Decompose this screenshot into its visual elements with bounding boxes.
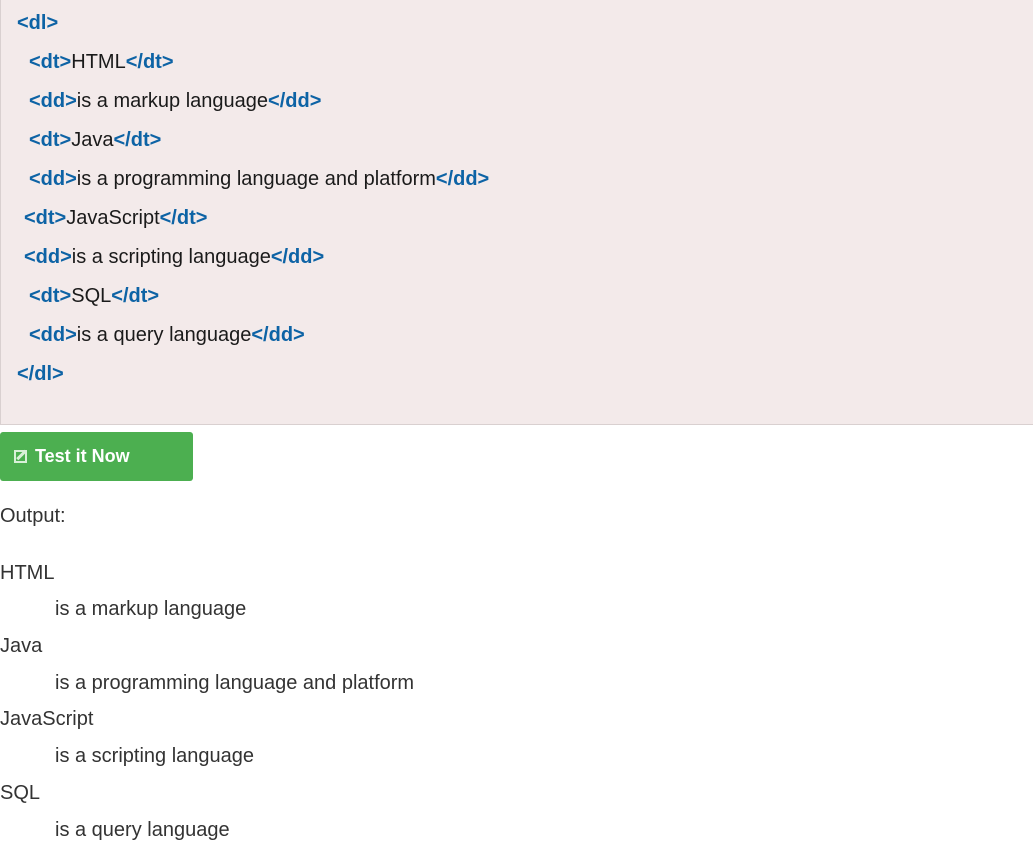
code-open-tag: <dd> xyxy=(29,168,77,190)
code-open-tag: <dd> xyxy=(29,90,77,112)
code-close-tag: </dt> xyxy=(159,207,208,229)
code-line: <dl> xyxy=(17,11,58,35)
code-example-box: <dl> <dt>HTML</dt> <dd>is a markup langu… xyxy=(0,0,1033,425)
code-open-tag: <dt> xyxy=(29,51,72,73)
output-definition: is a programming language and platform xyxy=(55,672,415,694)
code-line: <dd>is a scripting language</dd> xyxy=(24,245,324,269)
code-close-tag: </dt> xyxy=(111,285,160,307)
code-close-tag: </dt> xyxy=(113,129,162,151)
test-it-now-label: Test it Now xyxy=(35,446,130,466)
output-term: JavaScript xyxy=(0,708,94,730)
code-close-tag: </dt> xyxy=(125,51,174,73)
code-text: HTML xyxy=(71,51,126,73)
output-definition: is a scripting language xyxy=(55,745,255,767)
code-line: <dt>HTML</dt> xyxy=(29,50,174,74)
output-heading: Output: xyxy=(0,505,66,527)
code-text: SQL xyxy=(71,285,112,307)
output-definition: is a markup language xyxy=(55,598,247,620)
code-line: <dt>Java</dt> xyxy=(29,128,161,152)
code-open-tag: <dt> xyxy=(29,285,72,307)
code-close-tag: </dd> xyxy=(270,246,325,268)
edit-icon xyxy=(14,450,27,463)
code-close-tag: </dd> xyxy=(268,90,322,112)
code-close-tag: </dd> xyxy=(435,168,490,190)
test-it-now-button[interactable]: Test it Now xyxy=(0,432,193,481)
code-text: is a markup language xyxy=(76,90,269,112)
code-line: <dd>is a markup language</dd> xyxy=(29,89,321,113)
code-open-tag: <dd> xyxy=(29,324,77,346)
code-text: is a programming language and platform xyxy=(76,168,436,190)
code-line: <dt>SQL</dt> xyxy=(29,284,159,308)
code-text: is a query language xyxy=(76,324,252,346)
code-open-tag: <dd> xyxy=(24,246,72,268)
code-line: <dd>is a query language</dd> xyxy=(29,323,305,347)
code-open-tag: <dt> xyxy=(29,129,72,151)
output-definition: is a query language xyxy=(55,819,230,841)
code-open-tag: <dt> xyxy=(24,207,67,229)
code-text: is a scripting language xyxy=(71,246,271,268)
output-term: HTML xyxy=(0,562,55,584)
code-text: Java xyxy=(71,129,114,151)
code-line: <dt>JavaScript</dt> xyxy=(24,206,207,230)
code-close-tag: </dd> xyxy=(251,324,305,346)
code-text: JavaScript xyxy=(66,207,160,229)
output-term: SQL xyxy=(0,782,41,804)
code-open-tag: <dl> xyxy=(17,12,59,34)
output-term: Java xyxy=(0,635,43,657)
code-close-tag: </dl> xyxy=(17,363,64,385)
code-line: <dd>is a programming language and platfo… xyxy=(29,167,489,191)
code-line: </dl> xyxy=(17,362,64,386)
